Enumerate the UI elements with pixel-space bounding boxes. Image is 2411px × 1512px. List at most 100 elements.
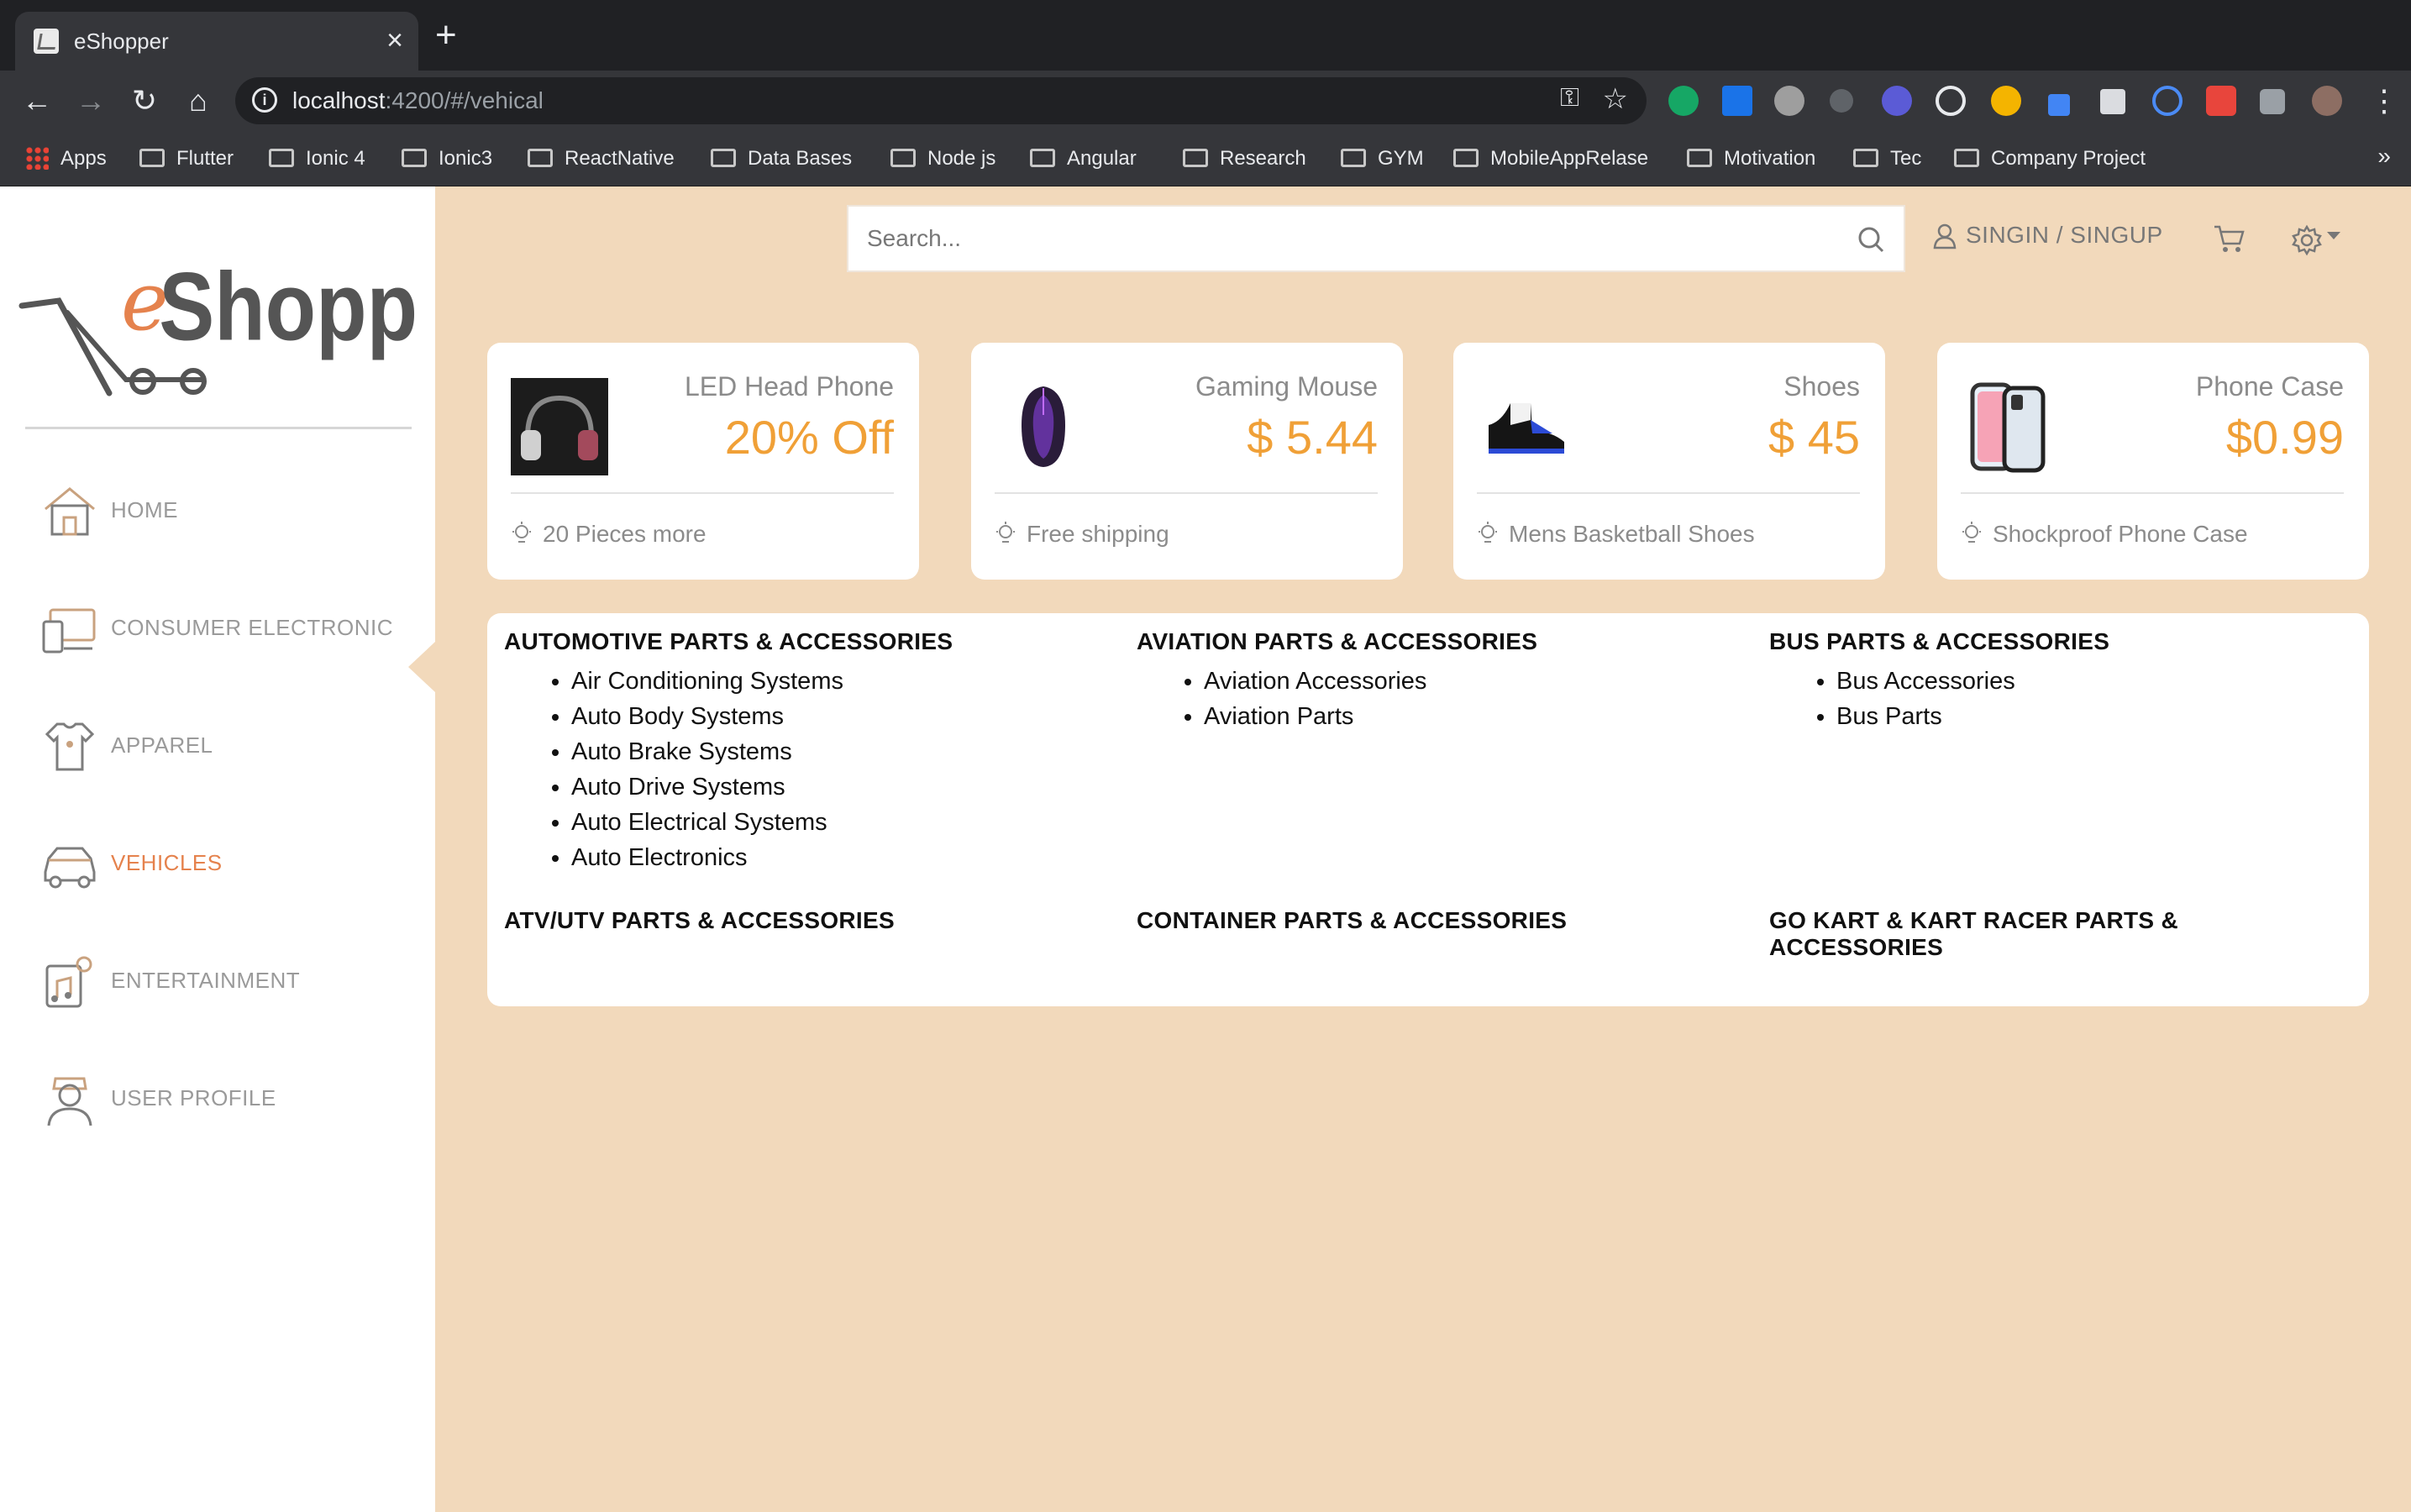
extension-icon[interactable] xyxy=(1774,86,1804,116)
bookmark-folder[interactable]: GYM xyxy=(1341,144,1424,173)
search-input[interactable] xyxy=(848,207,1840,270)
subcategory-list: Aviation Accessories Aviation Parts xyxy=(1137,664,1725,734)
speed-extension-icon[interactable] xyxy=(1936,86,1966,116)
subcategory-link[interactable]: Air Conditioning Systems xyxy=(571,664,1092,699)
bookmark-folder[interactable]: Tec xyxy=(1853,144,1921,173)
subcategory-link[interactable]: Bus Accessories xyxy=(1836,664,2357,699)
profile-avatar-icon[interactable] xyxy=(2312,86,2342,116)
deal-note: Shockproof Phone Case xyxy=(1961,521,2248,548)
signin-button[interactable]: SINGIN / SINGUP xyxy=(1932,222,2163,255)
sidebar-item-vehicles[interactable]: VEHICLES xyxy=(39,825,425,900)
forward-icon[interactable]: → xyxy=(72,82,109,119)
link-extension-icon[interactable] xyxy=(2152,86,2183,116)
site-info-icon[interactable]: i xyxy=(252,87,277,113)
category-title[interactable]: AUTOMOTIVE PARTS & ACCESSORIES xyxy=(504,628,1092,655)
bookmark-folder[interactable]: Ionic 4 xyxy=(269,144,365,173)
subcategory-link[interactable]: Auto Electrical Systems xyxy=(571,805,1092,840)
sidebar-item-entertainment[interactable]: ENTERTAINMENT xyxy=(39,942,425,1018)
subcategory-link[interactable]: Auto Body Systems xyxy=(571,699,1092,734)
bookmark-folder[interactable]: Ionic3 xyxy=(402,144,492,173)
category-block: GO KART & KART RACER PARTS & ACCESSORIES xyxy=(1769,907,2240,961)
key-icon[interactable]: ⚿ xyxy=(1560,84,1579,113)
category-block: CONTAINER PARTS & ACCESSORIES xyxy=(1137,907,1725,934)
deal-price: 20% Off xyxy=(724,411,894,464)
extension-icon[interactable] xyxy=(1991,86,2021,116)
bookmark-apps[interactable]: Apps xyxy=(25,144,107,173)
bookmark-label: Apps xyxy=(60,147,107,170)
cart-icon[interactable] xyxy=(2213,223,2246,254)
sidebar: e Shopper HOME CONSUMER ELECTRONIC APPAR… xyxy=(0,186,435,1512)
category-title[interactable]: BUS PARTS & ACCESSORIES xyxy=(1769,628,2357,655)
deal-name: Gaming Mouse xyxy=(1195,371,1378,402)
bookmark-star-icon[interactable]: ☆ xyxy=(1603,82,1628,116)
subcategory-link[interactable]: Bus Parts xyxy=(1836,699,2357,734)
subcategory-link[interactable]: Aviation Parts xyxy=(1204,699,1725,734)
deal-card[interactable]: Phone Case $0.99 Shockproof Phone Case xyxy=(1937,343,2369,580)
sidebar-item-home[interactable]: HOME xyxy=(39,472,425,548)
search-icon[interactable] xyxy=(1857,225,1885,254)
menu-kebab-icon[interactable]: ⋮ xyxy=(2366,82,2403,119)
sidebar-item-user-profile[interactable]: USER PROFILE xyxy=(39,1060,425,1136)
extension-icon[interactable] xyxy=(1882,86,1912,116)
more-bookmarks-icon[interactable]: » xyxy=(2377,143,2391,170)
deal-name: Shoes xyxy=(1783,371,1860,402)
bookmark-folder[interactable]: Angular xyxy=(1030,144,1137,173)
bookmark-folder[interactable]: Company Project xyxy=(1954,144,2146,173)
deal-card[interactable]: Gaming Mouse $ 5.44 Free shipping xyxy=(971,343,1403,580)
close-tab-icon[interactable]: × xyxy=(386,24,403,57)
folder-icon xyxy=(1030,149,1055,167)
bookmark-folder[interactable]: Flutter xyxy=(139,144,234,173)
devices-icon xyxy=(42,608,96,654)
chevron-down-icon[interactable] xyxy=(2327,232,2340,239)
bookmark-folder[interactable]: Motivation xyxy=(1687,144,1815,173)
card-divider xyxy=(1477,492,1860,494)
user-icon xyxy=(47,1077,92,1126)
extensions-puzzle-icon[interactable] xyxy=(2260,89,2285,114)
subcategory-link[interactable]: Auto Electronics xyxy=(571,840,1092,875)
grammarly-extension-icon[interactable] xyxy=(1668,86,1699,116)
bookmark-label: Company Project xyxy=(1991,147,2146,170)
deal-card[interactable]: Shoes $ 45 Mens Basketball Shoes xyxy=(1453,343,1885,580)
deal-card[interactable]: LED Head Phone 20% Off 20 Pieces more xyxy=(487,343,919,580)
back-icon[interactable]: ← xyxy=(18,82,55,119)
sidebar-item-apparel[interactable]: APPAREL xyxy=(39,707,425,783)
category-title[interactable]: GO KART & KART RACER PARTS & ACCESSORIES xyxy=(1769,907,2240,961)
extension-icon[interactable] xyxy=(2100,89,2125,114)
subcategory-link[interactable]: Aviation Accessories xyxy=(1204,664,1725,699)
extension-icon[interactable] xyxy=(2206,86,2236,116)
extension-icon[interactable] xyxy=(1830,89,1853,113)
settings-gear-icon[interactable] xyxy=(2290,223,2324,257)
bookmark-folder[interactable]: Data Bases xyxy=(711,144,852,173)
reload-icon[interactable]: ↻ xyxy=(126,82,163,119)
bookmark-label: Node js xyxy=(927,147,996,170)
url-text[interactable]: localhost:4200/#/vehical xyxy=(292,87,544,114)
category-title[interactable]: AVIATION PARTS & ACCESSORIES xyxy=(1137,628,1725,655)
bookmark-folder[interactable]: MobileAppRelase xyxy=(1453,144,1648,173)
eshopper-logo[interactable]: e Shopper xyxy=(17,228,420,396)
category-block: ATV/UTV PARTS & ACCESSORIES xyxy=(504,907,1092,934)
address-bar[interactable]: i localhost:4200/#/vehical ⚿ ☆ xyxy=(235,77,1647,124)
tab-title: eShopper xyxy=(74,29,169,54)
category-title[interactable]: ATV/UTV PARTS & ACCESSORIES xyxy=(504,907,1092,934)
subcategory-link[interactable]: Auto Drive Systems xyxy=(571,769,1092,805)
bookmark-folder[interactable]: Research xyxy=(1183,144,1306,173)
bookmark-folder[interactable]: Node js xyxy=(890,144,995,173)
browser-tab[interactable]: eShopper × xyxy=(15,12,418,71)
new-tab-icon[interactable]: + xyxy=(435,17,457,54)
sidebar-item-consumer-electronic[interactable]: CONSUMER ELECTRONIC xyxy=(39,590,425,665)
folder-icon xyxy=(269,149,294,167)
category-title[interactable]: CONTAINER PARTS & ACCESSORIES xyxy=(1137,907,1725,934)
deal-price: $ 5.44 xyxy=(1247,411,1378,464)
home-browser-icon[interactable]: ⌂ xyxy=(180,82,217,119)
favicon-icon xyxy=(34,29,59,54)
bookmark-label: ReactNative xyxy=(565,147,675,170)
headphone-image xyxy=(511,378,608,475)
download-extension-icon[interactable] xyxy=(1722,86,1752,116)
sidebar-item-label: APPAREL xyxy=(111,732,213,758)
deal-note-text: Mens Basketball Shoes xyxy=(1509,521,1755,547)
folder-icon xyxy=(1183,149,1208,167)
extension-icon[interactable] xyxy=(2048,94,2070,116)
subcategory-link[interactable]: Auto Brake Systems xyxy=(571,734,1092,769)
bookmark-folder[interactable]: ReactNative xyxy=(528,144,675,173)
sidebar-item-label: VEHICLES xyxy=(111,850,223,875)
